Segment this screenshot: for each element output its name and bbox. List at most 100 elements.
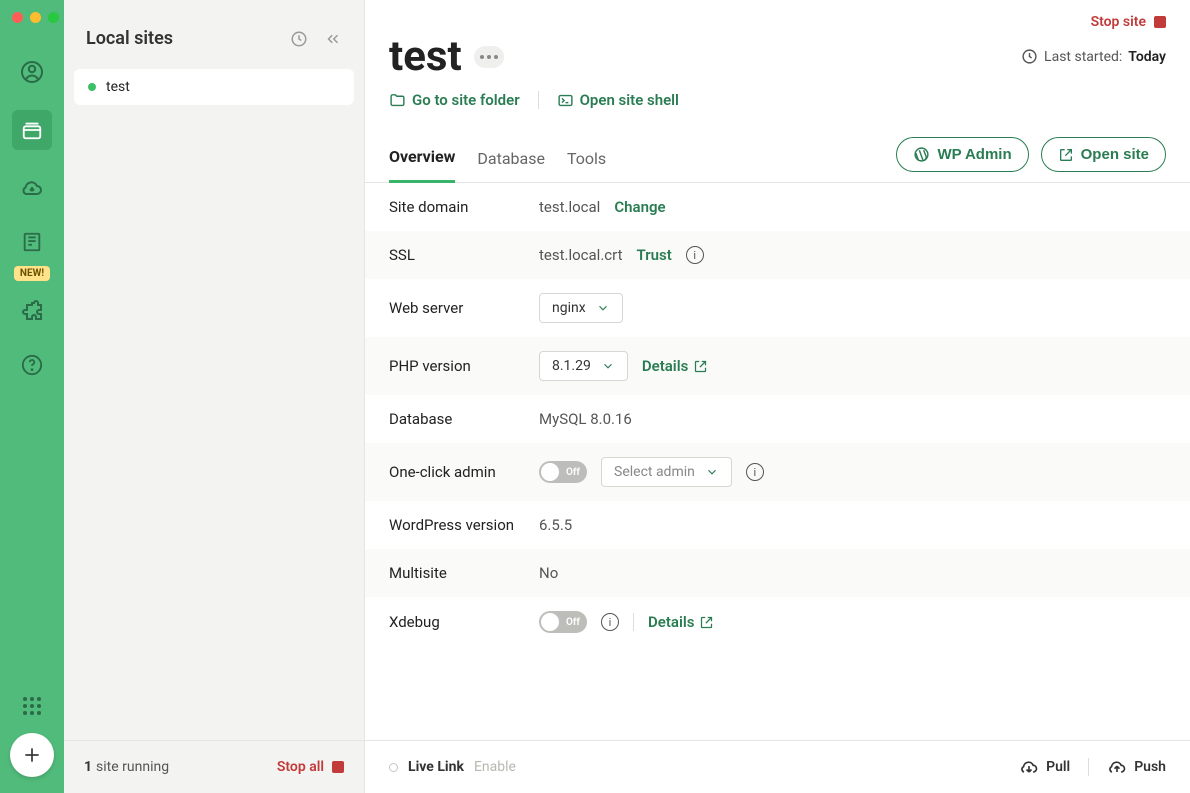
- label-xdebug: Xdebug: [389, 613, 539, 631]
- sidebar-title: Local sites: [86, 28, 282, 49]
- sidebar-footer: 1 site running Stop all: [64, 740, 364, 793]
- sidebar: Local sites test 1 site running Stop all: [64, 0, 365, 793]
- plus-icon: [22, 745, 42, 765]
- value-database: MySQL 8.0.16: [539, 410, 632, 428]
- external-link-icon: [699, 615, 714, 630]
- cloud-download-icon: [20, 176, 44, 200]
- row-site-domain: Site domain test.local Change: [365, 183, 1190, 231]
- rail-sites-button[interactable]: [12, 110, 52, 150]
- last-started-label: Last started: Today: [1021, 48, 1166, 65]
- rail-addons-button[interactable]: [12, 291, 52, 331]
- main-footer: Live Link Enable Pull Push: [365, 740, 1190, 793]
- label-site-domain: Site domain: [389, 198, 539, 216]
- cloud-push-icon: [1107, 757, 1127, 777]
- maximize-window-icon[interactable]: [48, 12, 59, 23]
- open-site-button[interactable]: Open site: [1041, 137, 1166, 172]
- row-one-click-admin: One-click admin Off Select admin i: [365, 443, 1190, 501]
- label-one-click-admin: One-click admin: [389, 463, 539, 481]
- site-header: test Last started: Today Go to site fold…: [365, 30, 1190, 109]
- divider: [1088, 758, 1089, 776]
- tab-database[interactable]: Database: [477, 149, 545, 182]
- site-options-button[interactable]: [474, 46, 504, 68]
- rail-help-button[interactable]: [12, 345, 52, 385]
- wordpress-icon: [913, 146, 930, 163]
- one-click-admin-toggle[interactable]: Off: [539, 461, 587, 483]
- stop-icon: [1154, 16, 1166, 28]
- push-button[interactable]: Push: [1107, 757, 1166, 777]
- rail-account-button[interactable]: [12, 52, 52, 92]
- xdebug-toggle[interactable]: Off: [539, 611, 587, 633]
- clock-icon: [1021, 48, 1038, 65]
- blueprint-icon: [21, 231, 43, 253]
- rail-cloud-button[interactable]: [12, 168, 52, 208]
- php-details-link[interactable]: Details: [642, 357, 708, 375]
- row-multisite: Multisite No: [365, 549, 1190, 597]
- main-panel: Stop site test Last started: Today Go to…: [365, 0, 1190, 793]
- topbar: Stop site: [365, 0, 1190, 30]
- rail-apps-button[interactable]: [23, 697, 41, 715]
- open-shell-link[interactable]: Open site shell: [557, 91, 679, 109]
- label-multisite: Multisite: [389, 564, 539, 582]
- value-wp-version: 6.5.5: [539, 516, 572, 534]
- web-server-select[interactable]: nginx: [539, 293, 623, 323]
- php-version-select[interactable]: 8.1.29: [539, 351, 628, 381]
- value-site-domain: test.local: [539, 198, 600, 216]
- trust-ssl-link[interactable]: Trust: [637, 246, 672, 264]
- chevron-down-icon: [596, 301, 610, 315]
- overview-details: Site domain test.local Change SSL test.l…: [365, 183, 1190, 740]
- divider: [538, 91, 539, 109]
- value-multisite: No: [539, 564, 558, 582]
- go-to-folder-link[interactable]: Go to site folder: [389, 91, 520, 109]
- select-admin-dropdown[interactable]: Select admin: [601, 457, 732, 487]
- ssl-info-button[interactable]: i: [686, 246, 704, 264]
- rail-blueprints-button[interactable]: [12, 222, 52, 262]
- stop-icon: [332, 761, 344, 773]
- row-wp-version: WordPress version 6.5.5: [365, 501, 1190, 549]
- add-site-fab[interactable]: [10, 733, 54, 777]
- close-window-icon[interactable]: [12, 12, 23, 23]
- change-domain-link[interactable]: Change: [614, 198, 665, 216]
- clock-icon: [290, 30, 308, 48]
- divider: [633, 613, 634, 631]
- external-link-icon: [693, 359, 708, 374]
- pull-button[interactable]: Pull: [1019, 757, 1070, 777]
- label-database: Database: [389, 410, 539, 428]
- tab-tools[interactable]: Tools: [567, 149, 606, 182]
- label-ssl: SSL: [389, 246, 539, 264]
- label-web-server: Web server: [389, 299, 539, 317]
- browser-stack-icon: [21, 119, 43, 141]
- cloud-pull-icon: [1019, 757, 1039, 777]
- xdebug-info-button[interactable]: i: [601, 613, 619, 631]
- label-wp-version: WordPress version: [389, 516, 539, 534]
- xdebug-details-link[interactable]: Details: [648, 613, 714, 631]
- sort-sites-button[interactable]: [290, 30, 308, 48]
- icon-rail: NEW!: [0, 0, 64, 793]
- stop-site-button[interactable]: Stop site: [1091, 14, 1166, 30]
- running-count: 1: [84, 759, 92, 775]
- stop-all-button[interactable]: Stop all: [277, 759, 344, 775]
- terminal-icon: [557, 92, 574, 109]
- row-web-server: Web server nginx: [365, 279, 1190, 337]
- enable-live-link-button[interactable]: Enable: [474, 759, 516, 775]
- tab-overview[interactable]: Overview: [389, 147, 455, 183]
- value-ssl: test.local.crt: [539, 246, 623, 264]
- row-xdebug: Xdebug Off i Details: [365, 597, 1190, 647]
- window-traffic-lights: [0, 0, 64, 34]
- folder-icon: [389, 92, 406, 109]
- live-link-label: Live Link: [408, 759, 464, 775]
- one-click-info-button[interactable]: i: [746, 463, 764, 481]
- sidebar-site-name: test: [106, 79, 130, 95]
- site-title: test: [389, 32, 462, 81]
- external-link-icon: [1058, 147, 1074, 163]
- puzzle-icon: [20, 299, 44, 323]
- sidebar-site-item[interactable]: test: [74, 69, 354, 105]
- live-link-indicator-icon: [389, 763, 398, 772]
- collapse-sidebar-button[interactable]: [324, 30, 342, 48]
- label-php-version: PHP version: [389, 357, 539, 375]
- row-ssl: SSL test.local.crt Trust i: [365, 231, 1190, 279]
- row-database: Database MySQL 8.0.16: [365, 395, 1190, 443]
- minimize-window-icon[interactable]: [30, 12, 41, 23]
- wp-admin-button[interactable]: WP Admin: [896, 137, 1028, 172]
- status-running-icon: [88, 83, 96, 91]
- sidebar-header: Local sites: [64, 0, 364, 69]
